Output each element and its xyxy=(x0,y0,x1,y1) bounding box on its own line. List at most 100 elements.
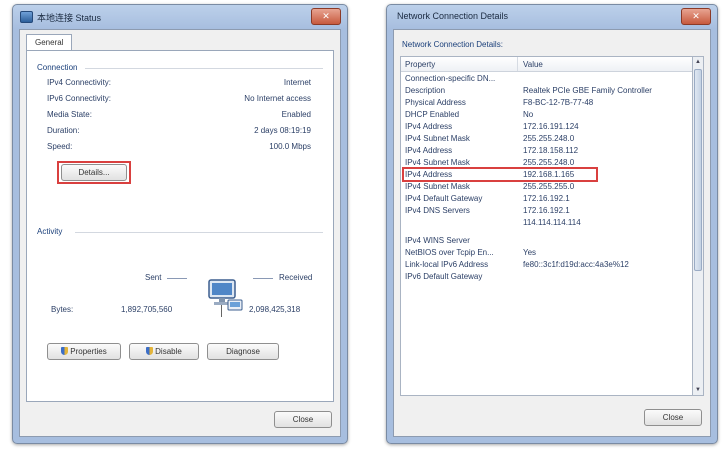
property-cell: DHCP Enabled xyxy=(405,110,460,119)
scroll-up-icon[interactable]: ▲ xyxy=(693,57,703,67)
bytes-label: Bytes: xyxy=(51,305,74,314)
value-cell: fe80::3c1f:d19d:acc:4a3e%12 xyxy=(523,260,629,269)
vertical-scrollbar[interactable]: ▲ ▼ xyxy=(692,56,704,396)
property-cell: IPv4 DNS Servers xyxy=(405,206,470,215)
column-header-value[interactable]: Value xyxy=(523,60,543,69)
row-key: IPv6 Connectivity: xyxy=(47,94,112,103)
disable-button[interactable]: Disable xyxy=(129,343,199,360)
close-button[interactable]: Close xyxy=(644,409,702,426)
details-button[interactable]: Details... xyxy=(61,164,127,181)
status-row: IPv6 Connectivity: No Internet access xyxy=(47,94,311,106)
table-row[interactable]: IPv4 Subnet Mask 255.255.255.0 xyxy=(401,181,693,192)
scroll-down-icon[interactable]: ▼ xyxy=(693,385,703,395)
property-cell: IPv4 Address xyxy=(405,122,453,131)
table-row[interactable]: IPv4 Default Gateway 172.16.192.1 xyxy=(401,193,693,204)
table-row[interactable]: IPv4 Address 172.18.158.112 xyxy=(401,145,693,156)
status-row: Speed: 100.0 Mbps xyxy=(47,142,311,154)
general-panel: Connection IPv4 Connectivity: Internet I… xyxy=(26,50,334,402)
row-value: Internet xyxy=(283,78,311,87)
column-header-property[interactable]: Property xyxy=(405,60,435,69)
value-cell: 172.18.158.112 xyxy=(523,146,579,155)
details-titlebar[interactable]: Network Connection Details ✕ xyxy=(387,5,717,29)
row-value: Enabled xyxy=(281,110,311,119)
status-row: Media State: Enabled xyxy=(47,110,311,122)
value-cell: 172.16.192.1 xyxy=(523,206,570,215)
property-cell: NetBIOS over Tcpip En... xyxy=(405,248,494,257)
details-table[interactable]: Property Value Connection-specific DN...… xyxy=(400,56,694,396)
details-window-title: Network Connection Details xyxy=(397,11,509,21)
diagnose-button[interactable]: Diagnose xyxy=(207,343,279,360)
row-value: No Internet access xyxy=(244,94,311,103)
status-window-title: 本地连接 Status xyxy=(37,13,102,23)
activity-section-label: Activity xyxy=(37,227,63,236)
row-key: IPv4 Connectivity: xyxy=(47,78,112,87)
status-titlebar[interactable]: 本地连接 Status ✕ xyxy=(13,5,347,29)
value-cell: Realtek PCIe GBE Family Controller xyxy=(523,86,652,95)
row-key: Duration: xyxy=(47,126,80,135)
table-header: Property Value xyxy=(401,57,693,72)
table-row[interactable]: IPv4 WINS Server xyxy=(401,235,693,246)
value-cell: F8-BC-12-7B-77-48 xyxy=(523,98,594,107)
received-line xyxy=(253,278,273,279)
table-row[interactable]: IPv4 Subnet Mask 255.255.248.0 xyxy=(401,133,693,144)
table-row[interactable]: 114.114.114.114 xyxy=(401,217,693,228)
property-cell: IPv4 WINS Server xyxy=(405,236,470,245)
value-cell: 255.255.248.0 xyxy=(523,158,575,167)
sent-label: Sent xyxy=(145,273,162,282)
value-cell: 255.255.255.0 xyxy=(523,182,575,191)
bytes-sent-value: 1,892,705,560 xyxy=(121,305,173,314)
shield-icon xyxy=(146,347,154,355)
property-cell: IPv4 Subnet Mask xyxy=(405,134,470,143)
value-cell: 114.114.114.114 xyxy=(523,218,581,227)
highlight-box xyxy=(402,167,598,182)
row-key: Media State: xyxy=(47,110,92,119)
row-value: 100.0 Mbps xyxy=(269,142,311,151)
details-window: Network Connection Details ✕ Network Con… xyxy=(386,4,718,444)
properties-label: Properties xyxy=(70,347,107,356)
details-heading: Network Connection Details: xyxy=(402,40,503,49)
shield-icon xyxy=(61,347,69,355)
tab-general[interactable]: General xyxy=(26,34,73,51)
value-cell: No xyxy=(523,110,534,119)
close-button[interactable]: Close xyxy=(274,411,332,428)
network-computers-icon xyxy=(208,279,243,311)
connection-section-label: Connection xyxy=(37,63,78,72)
table-row[interactable]: IPv4 DNS Servers 172.16.192.1 xyxy=(401,205,693,216)
property-cell: IPv4 Subnet Mask xyxy=(405,182,470,191)
value-cell: 172.16.191.124 xyxy=(523,122,579,131)
property-cell: Link-local IPv6 Address xyxy=(405,260,489,269)
table-row[interactable]: NetBIOS over Tcpip En... Yes xyxy=(401,247,693,258)
row-key: Speed: xyxy=(47,142,73,151)
table-row[interactable]: IPv6 Default Gateway xyxy=(401,271,693,282)
value-cell: Yes xyxy=(523,248,537,257)
table-row[interactable]: Description Realtek PCIe GBE Family Contr… xyxy=(401,85,693,96)
property-cell: IPv4 Address xyxy=(405,146,453,155)
close-icon[interactable]: ✕ xyxy=(311,8,341,25)
sent-line xyxy=(167,278,187,279)
received-label: Received xyxy=(279,273,313,282)
close-icon[interactable]: ✕ xyxy=(681,8,711,25)
status-window: 本地连接 Status ✕ General Connection IPv4 Co… xyxy=(12,4,348,444)
column-separator[interactable] xyxy=(517,57,518,71)
details-client-area: Network Connection Details: Property Val… xyxy=(393,29,711,437)
scrollbar-thumb[interactable] xyxy=(694,69,702,271)
bytes-received-value: 2,098,425,318 xyxy=(249,305,301,314)
row-value: 2 days 08:19:19 xyxy=(254,126,311,135)
properties-button[interactable]: Properties xyxy=(47,343,121,360)
table-row[interactable]: Connection-specific DN... xyxy=(401,73,693,84)
status-row: IPv4 Connectivity: Internet xyxy=(47,78,311,90)
section-divider xyxy=(75,232,323,233)
property-cell: IPv4 Subnet Mask xyxy=(405,158,470,167)
disable-label: Disable xyxy=(155,347,182,356)
value-cell: 172.16.192.1 xyxy=(523,194,570,203)
status-client-area: General Connection IPv4 Connectivity: In… xyxy=(19,29,341,437)
property-cell: IPv6 Default Gateway xyxy=(405,272,483,281)
table-row[interactable]: Physical Address F8-BC-12-7B-77-48 xyxy=(401,97,693,108)
table-row[interactable]: Link-local IPv6 Address fe80::3c1f:d19d:a… xyxy=(401,259,693,270)
value-cell: 255.255.248.0 xyxy=(523,134,575,143)
table-row[interactable]: IPv4 Address 172.16.191.124 xyxy=(401,121,693,132)
table-row[interactable]: DHCP Enabled No xyxy=(401,109,693,120)
status-row: Duration: 2 days 08:19:19 xyxy=(47,126,311,138)
property-cell: IPv4 Default Gateway xyxy=(405,194,483,203)
property-cell: Connection-specific DN... xyxy=(405,74,496,83)
